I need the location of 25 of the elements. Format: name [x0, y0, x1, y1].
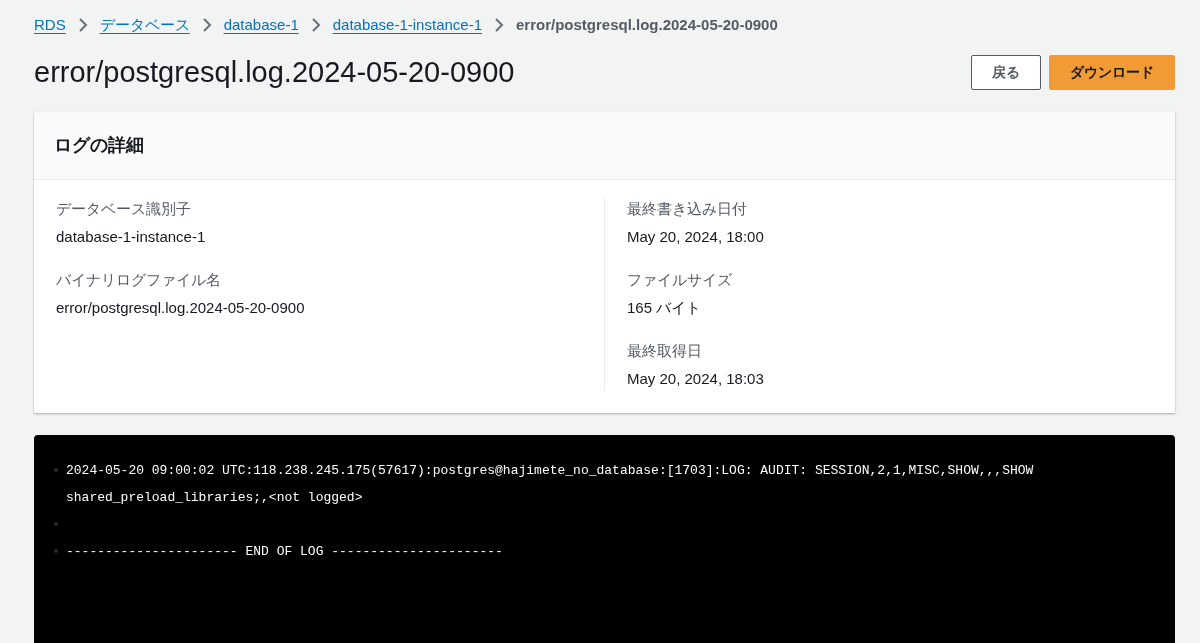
breadcrumb-link[interactable]: RDS — [34, 14, 66, 37]
chevron-right-icon — [201, 18, 212, 33]
field-label: バイナリログファイル名 — [56, 269, 222, 290]
breadcrumb-link[interactable]: database-1-instance-1 — [332, 14, 482, 37]
breadcrumb-current: error/postgresql.log.2024-05-20-0900 — [516, 15, 778, 35]
chevron-right-icon — [310, 18, 321, 33]
card-title: ログの詳細 — [34, 111, 1175, 180]
field-value: May 20, 2024, 18:03 — [627, 369, 765, 389]
breadcrumb-link[interactable]: データベース — [99, 14, 190, 37]
chevron-right-icon — [494, 18, 504, 33]
field-value: May 20, 2024, 18:00 — [627, 227, 765, 247]
log-line: ---------------------- END OF LOG ---------------------- — [66, 542, 503, 561]
breadcrumb-link[interactable]: database-1 — [223, 14, 299, 37]
field-label: データベース識別子 — [56, 198, 192, 219]
back-button[interactable]: 戻る — [971, 54, 1041, 90]
field-value: error/postgresql.log.2024-05-20-0900 — [56, 298, 306, 318]
field-label: 最終書き込み日付 — [627, 198, 748, 219]
chevron-right-icon — [77, 18, 88, 33]
field-value: 165 バイト — [627, 298, 703, 318]
field-label: ファイルサイズ — [627, 269, 733, 290]
page-title: error/postgresql.log.2024-05-20-0900 — [34, 54, 515, 90]
log-line: 2024-05-20 09:00:02 UTC:118.238.245.175(57617):postgres@hajimete_no_database:[1703]:LOG: AUDIT: SESSION,2,1,MISC,SHOW,,,SHOW shared_preload_libraries;,<not logged> — [66, 461, 1035, 507]
field-label: 最終取得日 — [627, 340, 703, 361]
download-button[interactable]: ダウンロード — [1049, 54, 1175, 90]
field-value: database-1-instance-1 — [56, 227, 207, 247]
